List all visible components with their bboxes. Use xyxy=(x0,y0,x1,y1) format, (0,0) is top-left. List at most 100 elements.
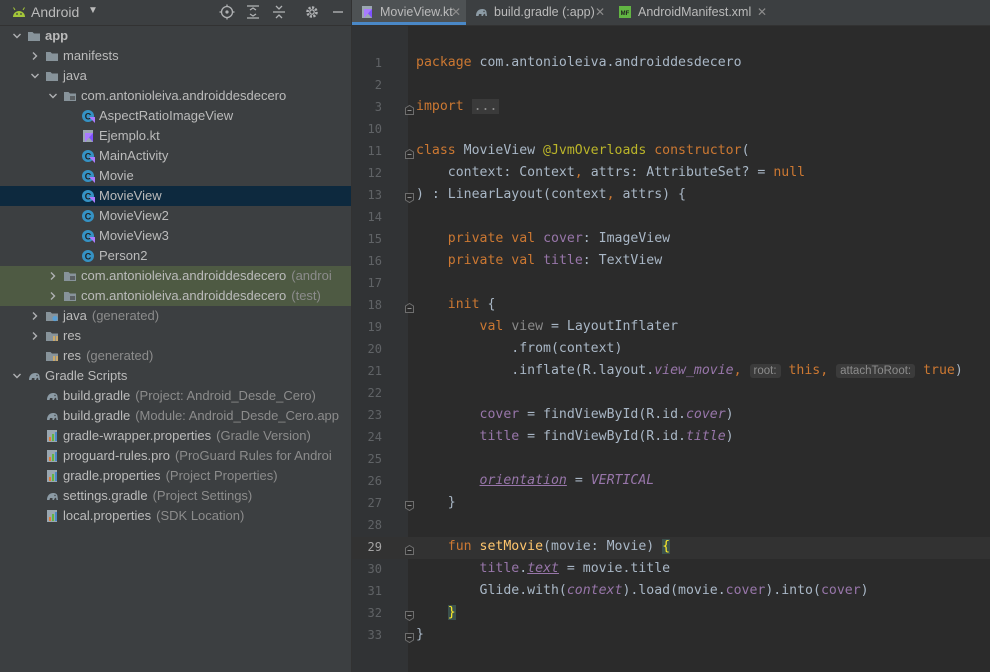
tree-item[interactable]: Ejemplo.kt xyxy=(0,126,351,146)
close-icon[interactable]: ✕ xyxy=(451,5,461,19)
gear-icon[interactable] xyxy=(304,4,320,20)
code-line[interactable]: 1 package com.antonioleiva.androiddesdece… xyxy=(352,53,990,75)
code-line[interactable]: 25 xyxy=(352,449,990,471)
chevron-right-icon[interactable] xyxy=(47,270,59,282)
project-panel-header: Android ▼ xyxy=(0,0,351,26)
tree-item[interactable]: C MovieView xyxy=(0,186,351,206)
chevron-right-icon[interactable] xyxy=(29,310,41,322)
code-line[interactable]: 17 xyxy=(352,273,990,295)
chevron-down-icon[interactable]: ▼ xyxy=(88,5,98,16)
code-line[interactable]: 19 val view = LayoutInflater xyxy=(352,317,990,339)
tree-item[interactable]: app xyxy=(0,26,351,46)
fold-marker-icon[interactable] xyxy=(405,191,414,204)
chevron-down-icon[interactable] xyxy=(11,370,23,382)
tree-item[interactable]: Gradle Scripts xyxy=(0,366,351,386)
fold-marker-icon[interactable] xyxy=(405,301,414,313)
code-line[interactable]: 30 title.text = movie.title xyxy=(352,559,990,581)
tree-item[interactable]: java xyxy=(0,66,351,86)
code-line[interactable]: 24 title = findViewById(R.id.title) xyxy=(352,427,990,449)
fold-marker-icon[interactable] xyxy=(405,103,414,115)
close-icon[interactable]: ✕ xyxy=(595,5,605,19)
code-line[interactable]: 2 xyxy=(352,75,990,97)
fold-marker-icon[interactable] xyxy=(405,609,414,622)
code-line[interactable]: 29 fun setMovie(movie: Movie) { xyxy=(352,537,990,559)
svg-text:C: C xyxy=(85,252,92,262)
java-class-icon: C xyxy=(81,249,95,263)
close-icon[interactable]: ✕ xyxy=(757,5,767,19)
code-line[interactable]: 11 class MovieView @JvmOverloads construc… xyxy=(352,141,990,163)
code-line[interactable]: 21 .inflate(R.layout.view_movie, root: t… xyxy=(352,361,990,383)
tree-item[interactable]: build.gradle (Project: Android_Desde_Cero… xyxy=(0,386,351,406)
tree-item[interactable]: manifests xyxy=(0,46,351,66)
tree-item[interactable]: res xyxy=(0,326,351,346)
code-editor[interactable]: 1 package com.antonioleiva.androiddesdece… xyxy=(352,26,990,672)
tab-androidmanifest[interactable]: MF AndroidManifest.xml ✕ xyxy=(610,0,772,25)
tree-item-label: local.properties (SDK Location) xyxy=(63,508,244,523)
tree-item[interactable]: C Person2 xyxy=(0,246,351,266)
tab-movieview[interactable]: MovieView.kt ✕ xyxy=(352,0,466,25)
tree-item[interactable]: com.antonioleiva.androiddesdecero (androi xyxy=(0,266,351,286)
code-line[interactable]: 22 xyxy=(352,383,990,405)
chevron-down-icon[interactable] xyxy=(47,90,59,102)
code-line[interactable]: 3 import ... xyxy=(352,97,990,119)
tree-item[interactable]: C Movie xyxy=(0,166,351,186)
tree-item[interactable]: C MainActivity xyxy=(0,146,351,166)
tree-item-name: Person2 xyxy=(99,248,148,263)
code-line[interactable]: 23 cover = findViewById(R.id.cover) xyxy=(352,405,990,427)
tree-item[interactable]: com.antonioleiva.androiddesdecero (test) xyxy=(0,286,351,306)
tree-item[interactable]: com.antonioleiva.androiddesdecero xyxy=(0,86,351,106)
code-text: .inflate(R.layout.view_movie, root: this… xyxy=(416,363,963,378)
code-text: .from(context) xyxy=(416,341,623,356)
minimize-icon[interactable] xyxy=(330,4,346,20)
chevron-right-icon[interactable] xyxy=(29,50,41,62)
tree-item[interactable]: build.gradle (Module: Android_Desde_Cero.… xyxy=(0,406,351,426)
code-line[interactable]: 20 .from(context) xyxy=(352,339,990,361)
code-line[interactable]: 10 xyxy=(352,119,990,141)
code-line[interactable]: 27 } xyxy=(352,493,990,515)
tree-item[interactable]: C AspectRatioImageView xyxy=(0,106,351,126)
tree-item-label: MovieView3 xyxy=(99,228,169,243)
tree-item-detail: (Gradle Version) xyxy=(216,428,311,443)
code-line[interactable]: 33} xyxy=(352,625,990,647)
fold-marker-icon[interactable] xyxy=(405,543,414,555)
manifest-icon: MF xyxy=(618,5,632,19)
tab-build[interactable]: build.gradle (:app) ✕ xyxy=(466,0,610,25)
tree-item[interactable]: res (generated) xyxy=(0,346,351,366)
chevron-down-icon[interactable] xyxy=(11,30,23,42)
chevron-right-icon[interactable] xyxy=(47,290,59,302)
code-line[interactable]: 14 xyxy=(352,207,990,229)
tree-item[interactable]: gradle.properties (Project Properties) xyxy=(0,466,351,486)
code-line[interactable]: 12 context: Context, attrs: AttributeSet… xyxy=(352,163,990,185)
tree-item[interactable]: settings.gradle (Project Settings) xyxy=(0,486,351,506)
chevron-right-icon[interactable] xyxy=(29,330,41,342)
project-view-selector[interactable]: Android xyxy=(31,4,79,20)
code-text: class MovieView @JvmOverloads constructo… xyxy=(416,143,750,158)
code-line[interactable]: 26 orientation = VERTICAL xyxy=(352,471,990,493)
line-number: 3 xyxy=(374,100,382,114)
chevron-down-icon[interactable] xyxy=(29,70,41,82)
code-line[interactable]: 32 } xyxy=(352,603,990,625)
code-line[interactable]: 31 Glide.with(context).load(movie.cover)… xyxy=(352,581,990,603)
code-line[interactable]: 16 private val title: TextView xyxy=(352,251,990,273)
line-number: 10 xyxy=(367,122,382,136)
tree-item[interactable]: C MovieView3 xyxy=(0,226,351,246)
collapse-all-icon[interactable] xyxy=(271,4,287,20)
kotlin-class-icon: C xyxy=(81,149,95,163)
tree-item-name: app xyxy=(45,28,69,43)
expand-all-icon[interactable] xyxy=(245,4,261,20)
tree-item[interactable]: gradle-wrapper.properties (Gradle Version… xyxy=(0,426,351,446)
fold-marker-icon[interactable] xyxy=(405,499,414,512)
tree-item[interactable]: local.properties (SDK Location) xyxy=(0,506,351,526)
line-number: 29 xyxy=(367,540,382,554)
tree-item[interactable]: java (generated) xyxy=(0,306,351,326)
locate-file-icon[interactable] xyxy=(219,4,235,20)
tree-item-label: build.gradle (Module: Android_Desde_Cero.… xyxy=(63,408,339,423)
code-line[interactable]: 28 xyxy=(352,515,990,537)
code-line[interactable]: 18 init { xyxy=(352,295,990,317)
fold-marker-icon[interactable] xyxy=(405,147,414,159)
tree-item[interactable]: proguard-rules.pro (ProGuard Rules for An… xyxy=(0,446,351,466)
code-line[interactable]: 13) : LinearLayout(context, attrs) { xyxy=(352,185,990,207)
tree-item[interactable]: C MovieView2 xyxy=(0,206,351,226)
code-line[interactable]: 15 private val cover: ImageView xyxy=(352,229,990,251)
fold-marker-icon[interactable] xyxy=(405,631,414,644)
